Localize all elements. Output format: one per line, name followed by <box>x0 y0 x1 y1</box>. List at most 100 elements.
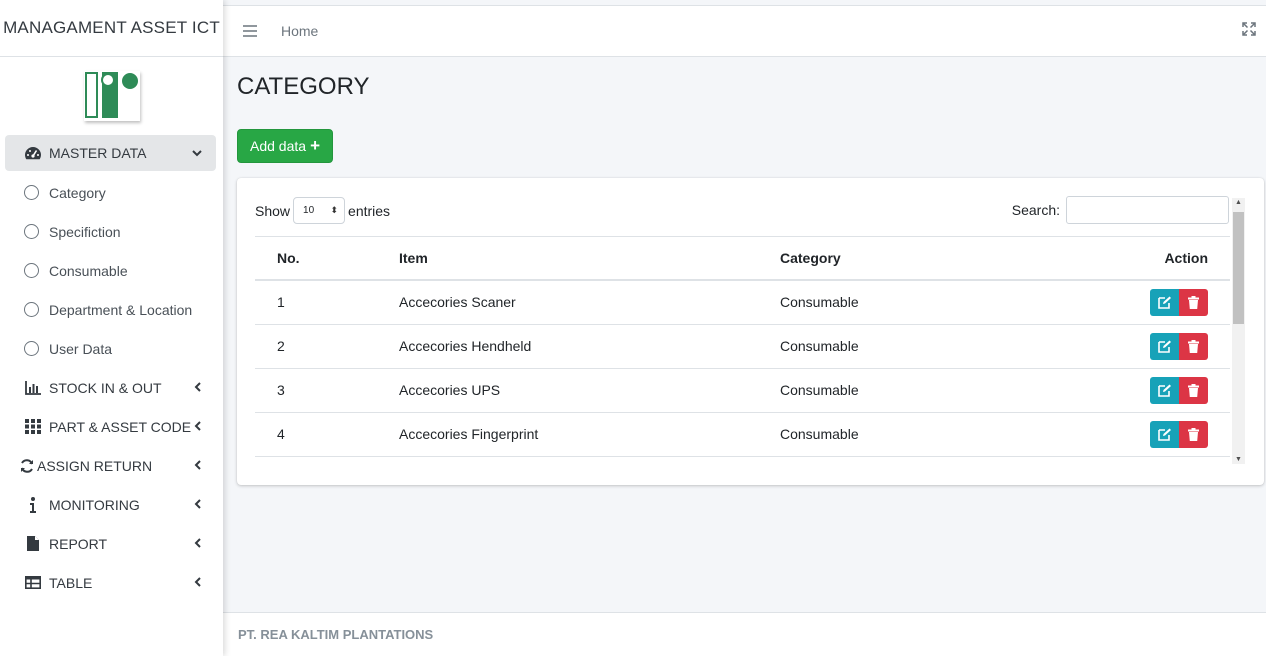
footer: PT. REA KALTIM PLANTATIONS <box>223 612 1266 656</box>
table-row: 4 Accecories Fingerprint Consumable <box>255 412 1230 457</box>
column-header-category[interactable]: Category <box>780 237 1110 281</box>
cell-item: Accecories UPS <box>399 368 780 413</box>
sidebar-item-label: TABLE <box>49 574 93 591</box>
entries-control: Show 10 ⬍ entries <box>255 197 390 224</box>
table-row: 2 Accecories Hendheld Consumable <box>255 324 1230 369</box>
chevron-left-icon <box>194 420 202 434</box>
category-table: No. Item Category Action 1 Accecories Sc… <box>255 237 1230 457</box>
sidebar-item-assign-return[interactable]: ASSIGN RETURN <box>5 446 216 485</box>
scrollbar-thumb[interactable] <box>1233 212 1244 324</box>
cell-item: Accecories Fingerprint <box>399 412 780 457</box>
file-icon <box>23 536 43 551</box>
add-data-label: Add data <box>250 138 307 154</box>
delete-button[interactable] <box>1179 332 1208 360</box>
sidebar-item-label: MONITORING <box>49 496 140 513</box>
info-icon <box>23 496 43 513</box>
search-label: Search: <box>1011 202 1060 218</box>
circle-icon <box>24 302 39 317</box>
scroll-down-arrow-icon[interactable]: ▼ <box>1235 456 1242 463</box>
sidebar-item-label: STOCK IN & OUT <box>49 379 162 396</box>
logo-container <box>0 57 223 135</box>
sidebar-subitem-label: Consumable <box>49 262 128 279</box>
entries-label: entries <box>348 202 391 219</box>
sidebar-item-stock[interactable]: STOCK IN & OUT <box>5 368 216 407</box>
entries-select[interactable]: 10 ⬍ <box>293 197 346 224</box>
sidebar-subitem-user-data[interactable]: User Data <box>5 329 216 368</box>
sidebar-item-label: MASTER DATA <box>49 145 147 161</box>
table-row: 3 Accecories UPS Consumable <box>255 368 1230 413</box>
hamburger-menu-icon[interactable] <box>243 21 257 42</box>
sidebar-subitem-label: Specifiction <box>49 223 121 240</box>
sidebar-subitem-label: Department & Location <box>49 301 193 318</box>
table-header-row: No. Item Category Action <box>255 237 1230 281</box>
sidebar-item-table[interactable]: TABLE <box>5 563 216 602</box>
sidebar-nav: MASTER DATA Category Specifiction Consum… <box>0 135 223 602</box>
tachometer-icon <box>23 145 43 161</box>
sidebar-item-monitoring[interactable]: MONITORING <box>5 485 216 524</box>
cell-item: Accecories Scaner <box>399 280 780 325</box>
cell-action <box>1110 368 1230 413</box>
table-scroll-area: No. Item Category Action 1 Accecories Sc… <box>255 236 1230 458</box>
table-icon <box>23 576 43 589</box>
refresh-icon <box>19 458 35 473</box>
cell-category: Consumable <box>780 368 1110 413</box>
cell-no: 2 <box>255 324 399 369</box>
circle-icon <box>24 224 39 239</box>
cell-category: Consumable <box>780 324 1110 369</box>
select-caret-icon: ⬍ <box>330 205 339 215</box>
cell-action <box>1110 412 1230 457</box>
delete-button[interactable] <box>1179 376 1208 404</box>
cell-item: Accecories Hendheld <box>399 324 780 369</box>
sidebar-item-label: REPORT <box>49 535 108 552</box>
sidebar-subitem-category[interactable]: Category <box>5 173 216 212</box>
search-control: Search: <box>1012 196 1229 224</box>
circle-icon <box>24 341 39 356</box>
sidebar-item-report[interactable]: REPORT <box>5 524 216 563</box>
edit-button[interactable] <box>1150 376 1179 404</box>
cell-action <box>1110 324 1230 369</box>
cell-no: 4 <box>255 412 399 457</box>
sidebar-item-label: PART & ASSET CODE <box>49 418 192 435</box>
chevron-left-icon <box>194 576 202 590</box>
scroll-up-arrow-icon[interactable]: ▲ <box>1235 199 1242 206</box>
sidebar-subitem-department-location[interactable]: Department & Location <box>5 290 216 329</box>
cell-action <box>1110 280 1230 325</box>
cell-no: 3 <box>255 368 399 413</box>
sidebar-item-part-asset-code[interactable]: PART & ASSET CODE <box>5 407 216 446</box>
edit-button[interactable] <box>1150 420 1179 448</box>
delete-button[interactable] <box>1179 288 1208 316</box>
sidebar-subitem-specification[interactable]: Specifiction <box>5 212 216 251</box>
sidebar-item-master-data[interactable]: MASTER DATA <box>5 135 216 171</box>
topbar: Home <box>223 5 1266 57</box>
chevron-down-icon <box>192 146 202 160</box>
sidebar-subitem-consumable[interactable]: Consumable <box>5 251 216 290</box>
delete-button[interactable] <box>1179 420 1208 448</box>
fullscreen-icon[interactable] <box>1242 22 1256 39</box>
table-scrollbar[interactable]: ▲ ▼ <box>1232 198 1245 464</box>
brand-title[interactable]: MANAGAMENT ASSET ICT <box>0 0 223 57</box>
sidebar: MANAGAMENT ASSET ICT MASTER DATA Categor… <box>0 0 223 656</box>
cell-no: 1 <box>255 280 399 325</box>
circle-icon <box>24 185 39 200</box>
sidebar-subitem-label: User Data <box>49 340 113 357</box>
column-header-no[interactable]: No. <box>255 237 399 281</box>
show-label: Show <box>255 202 291 219</box>
circle-icon <box>24 263 39 278</box>
edit-button[interactable] <box>1150 288 1179 316</box>
chevron-left-icon <box>194 381 202 395</box>
column-header-item[interactable]: Item <box>399 237 780 281</box>
cell-category: Consumable <box>780 280 1110 325</box>
breadcrumb-home[interactable]: Home <box>281 23 318 39</box>
sidebar-item-label: ASSIGN RETURN <box>37 457 153 474</box>
table-row: 1 Accecories Scaner Consumable <box>255 280 1230 325</box>
column-header-action: Action <box>1110 237 1230 281</box>
add-data-button[interactable]: Add data + <box>237 129 333 163</box>
bar-chart-icon <box>23 380 43 395</box>
entries-value: 10 <box>303 205 315 216</box>
edit-button[interactable] <box>1150 332 1179 360</box>
chevron-left-icon <box>194 459 202 473</box>
cell-category: Consumable <box>780 412 1110 457</box>
company-logo <box>83 71 140 121</box>
search-input[interactable] <box>1066 196 1229 224</box>
plus-icon: + <box>310 136 320 155</box>
